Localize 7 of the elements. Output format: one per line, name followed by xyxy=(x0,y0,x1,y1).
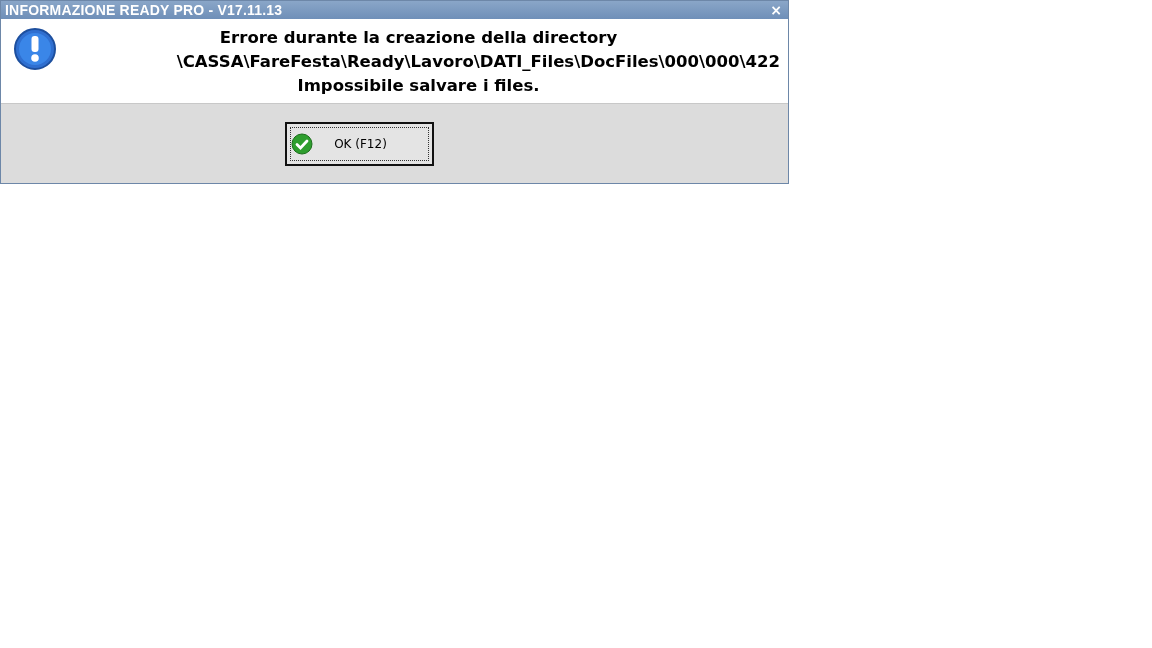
message-text: \CASSA\FareFesta\Ready\Lavoro\DATI_Files\DocFiles\000\000\422 xyxy=(176,51,780,73)
message-text: Impossibile salvare i files. xyxy=(297,75,540,97)
exclamation-icon xyxy=(13,27,57,71)
checkmark-icon xyxy=(291,133,313,155)
window-title: INFORMAZIONE READY PRO - V17.11.13 xyxy=(5,1,283,19)
message-text: Errore durante la creazione della directory xyxy=(219,27,618,49)
ok-button[interactable]: OK (F12) xyxy=(285,122,434,166)
